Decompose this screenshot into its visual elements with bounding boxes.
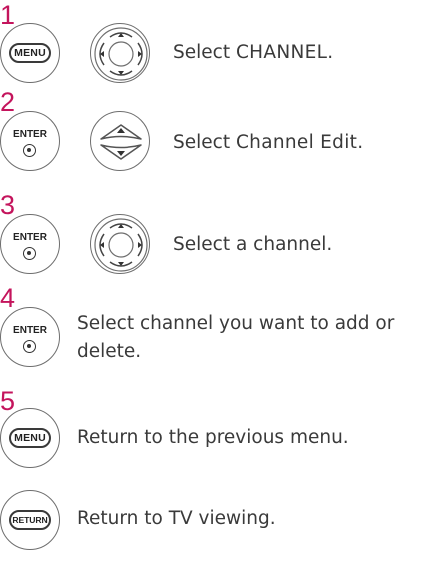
enter-button-label: ENTER (13, 232, 47, 243)
return-button[interactable]: RETURN (0, 490, 60, 550)
step-4-instruction: Select channel you want to add or delete… (77, 310, 394, 366)
step-4-line-1: Select channel you want to add or (77, 313, 395, 334)
enter-button-label: ENTER (13, 129, 47, 140)
menu-button[interactable]: MENU (0, 23, 60, 83)
step-2-instruction: Select Channel Edit. (173, 132, 364, 153)
menu-button[interactable]: MENU (0, 408, 60, 468)
step-number-4: 4 (0, 283, 16, 313)
step-number-3: 3 (0, 190, 16, 220)
navigation-ring-button[interactable] (90, 23, 150, 83)
enter-dot-icon (23, 144, 36, 157)
four-way-navigation-icon (94, 27, 148, 81)
step-4-line-2: delete. (77, 341, 142, 362)
enter-button[interactable]: ENTER (0, 307, 60, 367)
step-1-instruction: Select CHANNEL. (173, 42, 334, 63)
step-number-2: 2 (0, 87, 16, 117)
up-down-button[interactable] (90, 111, 150, 171)
four-way-navigation-icon (94, 218, 148, 272)
enter-button-label: ENTER (13, 325, 47, 336)
step-number-1: 1 (0, 0, 16, 30)
up-down-navigation-icon (100, 124, 142, 160)
step-3-instruction: Select a channel. (173, 234, 333, 255)
navigation-ring-button[interactable] (90, 214, 150, 274)
menu-button-label: MENU (9, 43, 51, 63)
step-number-5: 5 (0, 386, 16, 416)
enter-button[interactable]: ENTER (0, 111, 60, 171)
step-5-instruction: Return to the previous menu. (77, 427, 349, 448)
menu-button-label: MENU (9, 428, 51, 448)
return-button-label: RETURN (9, 510, 51, 530)
return-instruction: Return to TV viewing. (77, 508, 276, 529)
enter-dot-icon (23, 247, 36, 260)
enter-button[interactable]: ENTER (0, 214, 60, 274)
enter-dot-icon (23, 340, 36, 353)
